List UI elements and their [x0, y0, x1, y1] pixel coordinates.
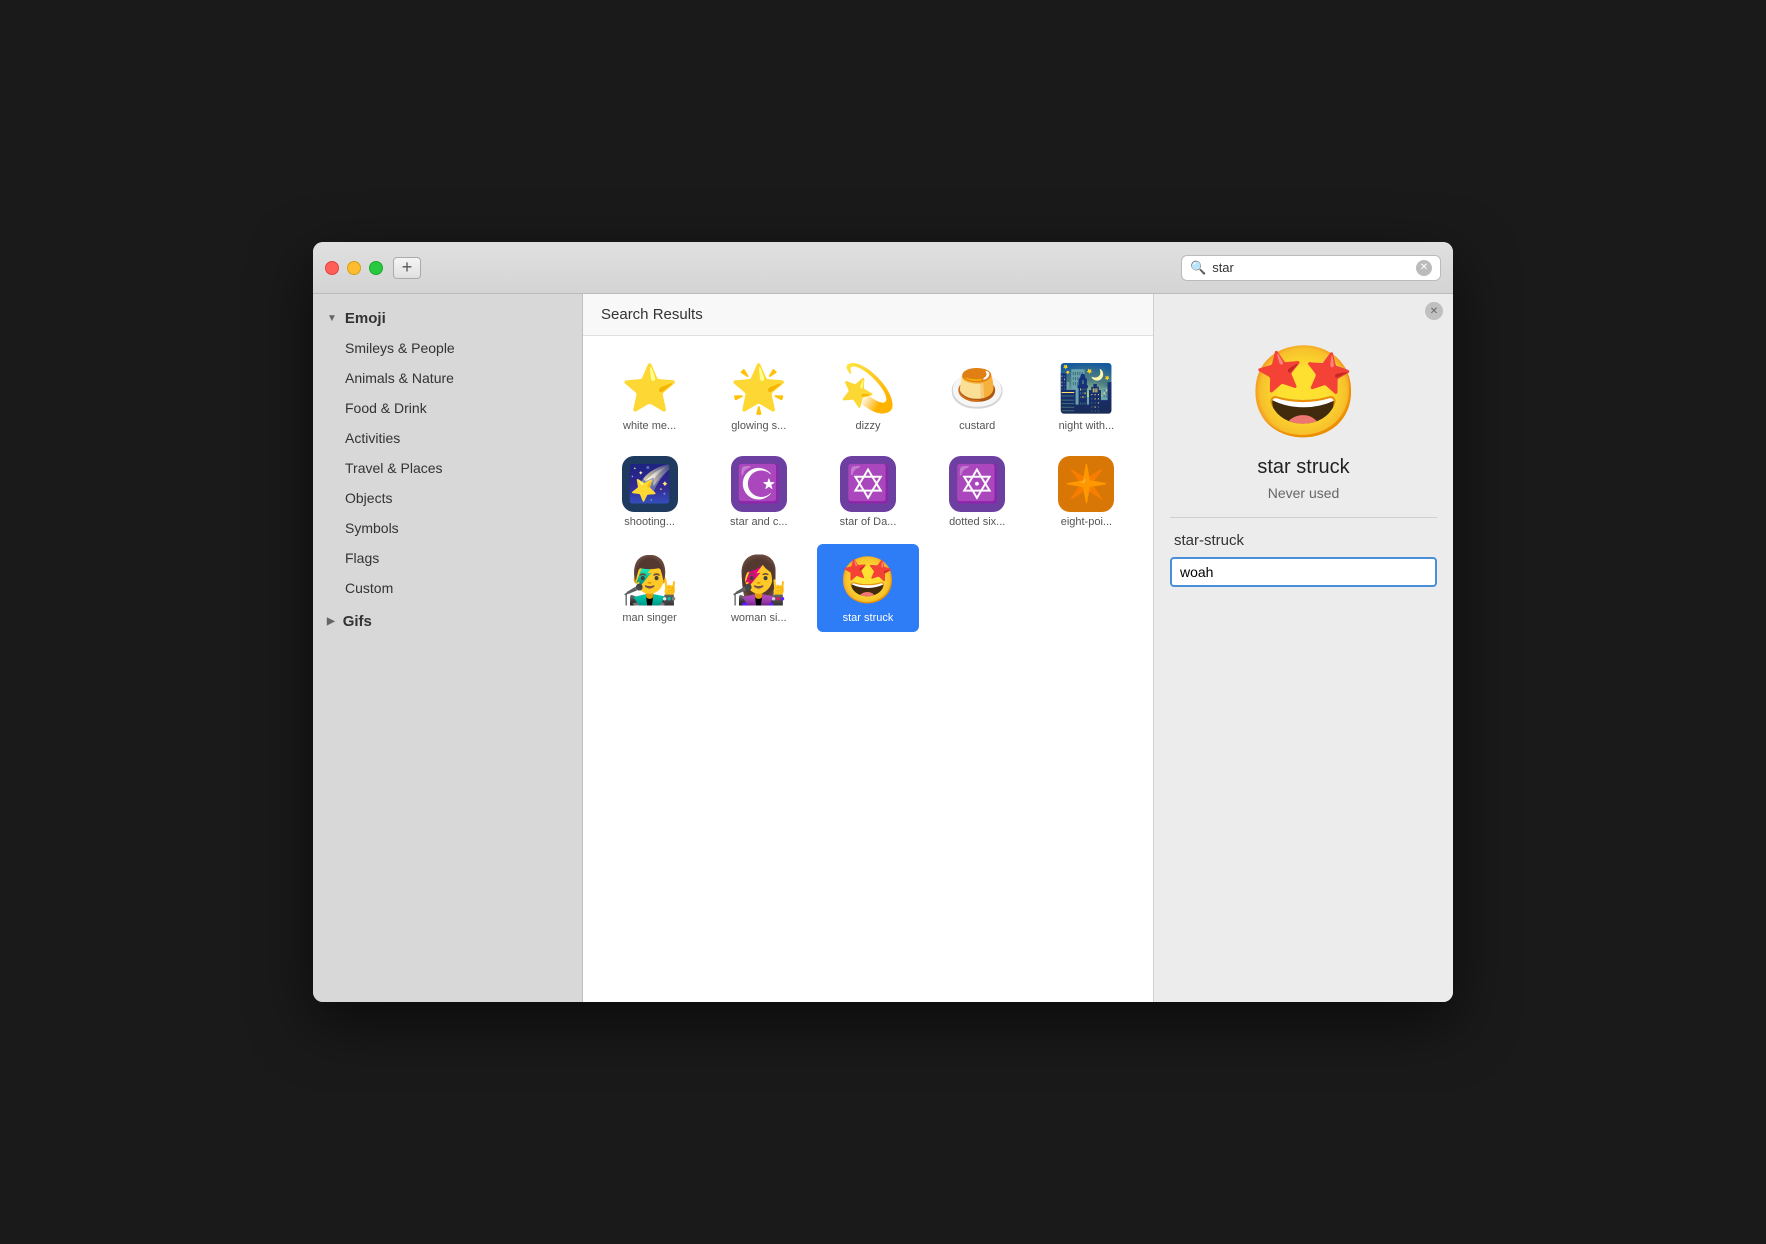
- emoji-glyph: 👨‍🎤: [622, 552, 678, 608]
- emoji-section-header[interactable]: ▼ Emoji: [313, 304, 582, 333]
- emoji-section: ▼ Emoji Smileys & People Animals & Natur…: [313, 304, 582, 603]
- emoji-glyph: 👩‍🎤: [731, 552, 787, 608]
- emoji-arrow-icon: ▼: [327, 313, 337, 324]
- emoji-glyph: 🔯: [949, 456, 1005, 512]
- emoji-item-dotted-six-pointed-star[interactable]: 🔯 dotted six...: [927, 448, 1028, 536]
- sidebar-item-custom[interactable]: Custom: [313, 573, 582, 603]
- emoji-item-label: glowing s...: [731, 420, 786, 432]
- new-tab-icon: +: [402, 257, 413, 278]
- emoji-item-shooting-star[interactable]: 🌠 shooting...: [599, 448, 700, 536]
- sidebar-item-smileys-people[interactable]: Smileys & People: [313, 333, 582, 363]
- maximize-button[interactable]: [369, 261, 383, 275]
- emoji-glyph: 🌠: [622, 456, 678, 512]
- gifs-section-label: Gifs: [343, 613, 372, 630]
- emoji-item-white-medium-star[interactable]: ⭐ white me...: [599, 352, 700, 440]
- new-tab-button[interactable]: +: [393, 257, 421, 279]
- emoji-item-star-struck[interactable]: 🤩 star struck: [817, 544, 918, 632]
- emoji-item-custard[interactable]: 🍮 custard: [927, 352, 1028, 440]
- emoji-item-label: man singer: [622, 612, 676, 624]
- emoji-glyph: 🤩: [840, 552, 896, 608]
- emoji-glyph: 💫: [840, 360, 896, 416]
- sidebar: ▼ Emoji Smileys & People Animals & Natur…: [313, 294, 583, 1002]
- emoji-item-label: dizzy: [855, 420, 880, 432]
- emoji-grid: ⭐ white me... 🌟 glowing s... 💫 dizzy 🍮 custard 🌃…: [583, 336, 1153, 1002]
- emoji-item-label: night with...: [1059, 420, 1115, 432]
- results-header: Search Results: [583, 294, 1153, 336]
- emoji-picker-window: + 🔍 ✕ ▼ Emoji Smileys & People: [313, 242, 1453, 1002]
- emoji-section-label: Emoji: [345, 310, 386, 327]
- emoji-item-eight-pointed-star[interactable]: ✴️ eight-poi...: [1036, 448, 1137, 536]
- traffic-lights: [325, 261, 383, 275]
- search-container: 🔍 ✕: [1181, 255, 1441, 281]
- sidebar-item-flags[interactable]: Flags: [313, 543, 582, 573]
- detail-shortname: star-struck: [1154, 518, 1453, 557]
- sidebar-item-travel-places[interactable]: Travel & Places: [313, 453, 582, 483]
- emoji-item-label: eight-poi...: [1061, 516, 1112, 528]
- detail-close-button[interactable]: ✕: [1425, 302, 1443, 320]
- sidebar-item-food-drink[interactable]: Food & Drink: [313, 393, 582, 423]
- emoji-item-label: custard: [959, 420, 995, 432]
- detail-panel: ✕ 🤩 star struck Never used star-struck: [1153, 294, 1453, 1002]
- gifs-section: ▶ Gifs: [313, 607, 582, 636]
- search-input[interactable]: [1212, 260, 1410, 275]
- detail-usage-text: Never used: [1154, 483, 1453, 517]
- detail-emoji-name: star struck: [1154, 448, 1453, 483]
- search-bar: 🔍 ✕: [1181, 255, 1441, 281]
- detail-input-container: [1154, 557, 1453, 603]
- emoji-item-dizzy[interactable]: 💫 dizzy: [817, 352, 918, 440]
- gifs-section-header[interactable]: ▶ Gifs: [313, 607, 582, 636]
- detail-alias-input[interactable]: [1170, 557, 1437, 587]
- emoji-glyph: ⭐: [622, 360, 678, 416]
- search-clear-button[interactable]: ✕: [1416, 260, 1432, 276]
- detail-emoji-preview: 🤩: [1154, 328, 1453, 448]
- titlebar: + 🔍 ✕: [313, 242, 1453, 294]
- emoji-glyph: 🌃: [1058, 360, 1114, 416]
- emoji-item-star-and-crescent[interactable]: ☪️ star and c...: [708, 448, 809, 536]
- emoji-item-label: dotted six...: [949, 516, 1005, 528]
- emoji-item-label: woman si...: [731, 612, 787, 624]
- emoji-glyph: 🍮: [949, 360, 1005, 416]
- emoji-item-label: star struck: [843, 612, 894, 624]
- search-icon: 🔍: [1190, 260, 1206, 276]
- emoji-item-night-with-stars[interactable]: 🌃 night with...: [1036, 352, 1137, 440]
- emoji-item-glowing-star[interactable]: 🌟 glowing s...: [708, 352, 809, 440]
- emoji-item-label: star of Da...: [840, 516, 897, 528]
- emoji-item-woman-singer[interactable]: 👩‍🎤 woman si...: [708, 544, 809, 632]
- emoji-item-man-singer[interactable]: 👨‍🎤 man singer: [599, 544, 700, 632]
- minimize-button[interactable]: [347, 261, 361, 275]
- main-content: Search Results ⭐ white me... 🌟 glowing s...…: [583, 294, 1153, 1002]
- sidebar-item-objects[interactable]: Objects: [313, 483, 582, 513]
- emoji-item-star-of-david[interactable]: ✡️ star of Da...: [817, 448, 918, 536]
- emoji-item-label: star and c...: [730, 516, 787, 528]
- content-area: ▼ Emoji Smileys & People Animals & Natur…: [313, 294, 1453, 1002]
- close-button[interactable]: [325, 261, 339, 275]
- sidebar-item-activities[interactable]: Activities: [313, 423, 582, 453]
- emoji-item-label: white me...: [623, 420, 676, 432]
- emoji-glyph: 🌟: [731, 360, 787, 416]
- gifs-arrow-icon: ▶: [327, 616, 335, 627]
- detail-close-row: ✕: [1154, 294, 1453, 328]
- emoji-glyph: ✡️: [840, 456, 896, 512]
- emoji-items-list: Smileys & People Animals & Nature Food &…: [313, 333, 582, 603]
- sidebar-item-animals-nature[interactable]: Animals & Nature: [313, 363, 582, 393]
- emoji-glyph: ☪️: [731, 456, 787, 512]
- emoji-glyph: ✴️: [1058, 456, 1114, 512]
- emoji-item-label: shooting...: [624, 516, 675, 528]
- sidebar-item-symbols[interactable]: Symbols: [313, 513, 582, 543]
